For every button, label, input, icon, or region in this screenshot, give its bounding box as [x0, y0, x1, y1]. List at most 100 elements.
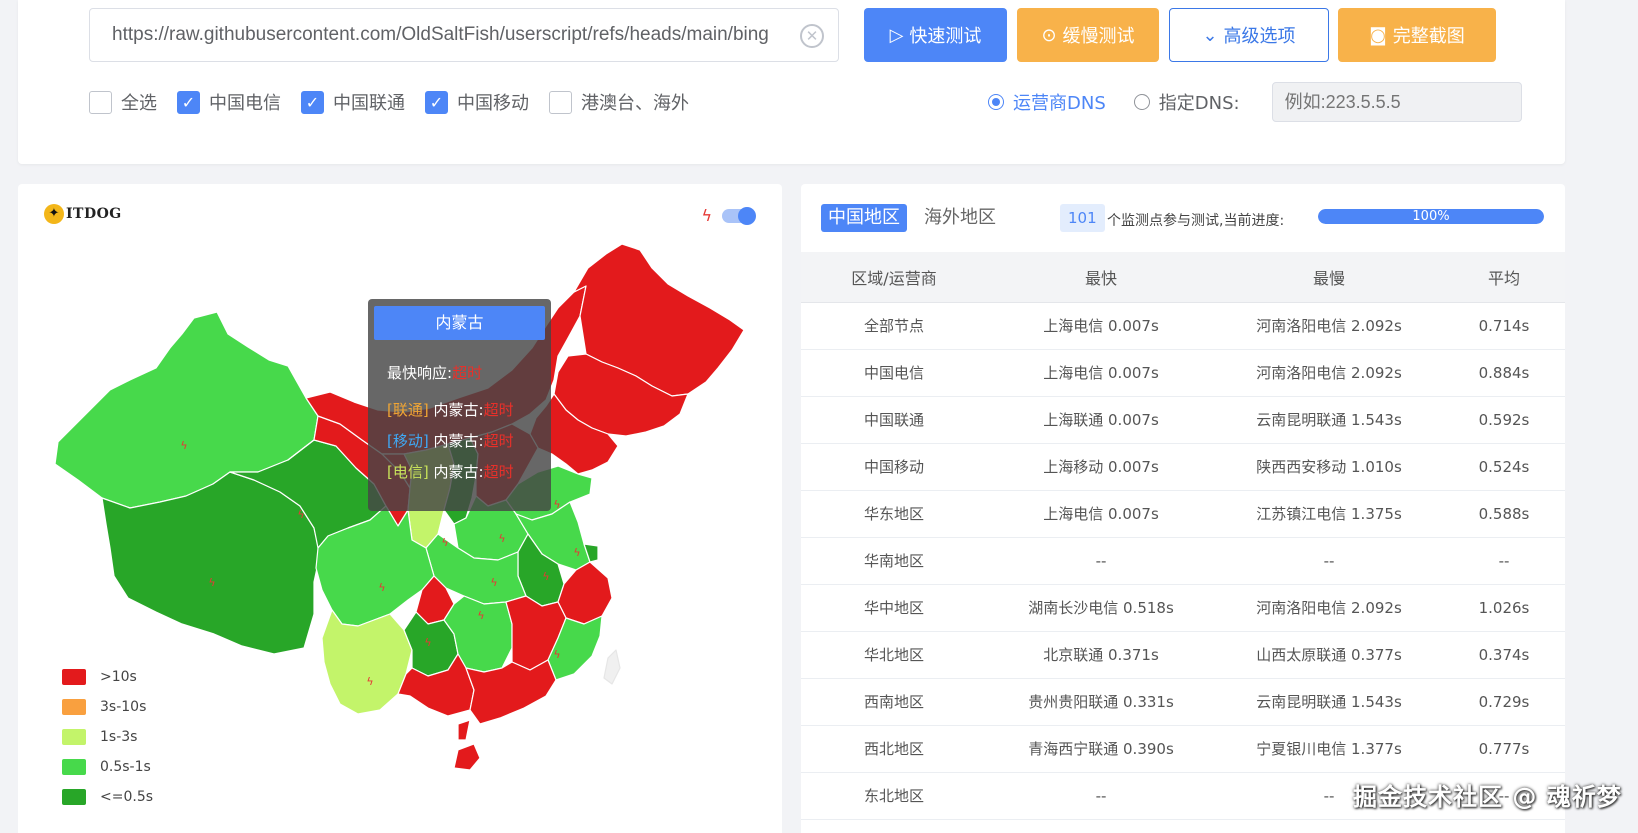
full-screenshot-label: 完整截图: [1392, 26, 1465, 47]
table-cell: 上海电信 0.007s: [987, 490, 1215, 538]
radio-custom-dns[interactable]: 指定DNS:: [1133, 89, 1240, 115]
table-row: 西北地区 青海西宁联通 0.390s 宁夏银川电信 1.377s 0.777s: [801, 725, 1565, 773]
table-cell: 山西太原联通 0.377s: [1215, 631, 1443, 679]
checkbox-unicom[interactable]: ✓ 中国联通: [301, 89, 405, 115]
table-cell: 0.714s: [1443, 302, 1565, 350]
table-cell: 河南洛阳电信 2.092s: [1215, 302, 1443, 350]
node-marker-icon: ϟ: [180, 439, 187, 452]
legend-swatch: [62, 789, 86, 805]
carrier-filter-row: 全选 ✓ 中国电信 ✓ 中国联通 ✓ 中国移动 港澳台、海外: [89, 89, 709, 115]
advanced-options-label: 高级选项: [1223, 26, 1296, 47]
tooltip-fastest: 最快响应:超时: [387, 362, 482, 383]
tooltip-region: 内蒙古:: [433, 401, 484, 419]
table-row: 华中地区 湖南长沙电信 0.518s 河南洛阳电信 2.092s 1.026s: [801, 584, 1565, 632]
tooltip-value: 超时: [483, 401, 514, 419]
checkbox-box[interactable]: [549, 90, 572, 114]
checkbox-select-all[interactable]: 全选: [89, 89, 157, 115]
region-tabs: 中国地区 海外地区: [821, 204, 1013, 232]
tab-china[interactable]: 中国地区: [821, 204, 907, 232]
slow-test-button[interactable]: ⊙ 缓慢测试: [1017, 8, 1159, 62]
table-cell: 华东地区: [801, 490, 987, 538]
tab-overseas[interactable]: 海外地区: [917, 204, 1003, 232]
lightning-icon: ϟ: [701, 206, 712, 225]
checkbox-telecom[interactable]: ✓ 中国电信: [177, 89, 281, 115]
checkbox-box-checked[interactable]: ✓: [177, 90, 200, 114]
node-toggle-switch[interactable]: [722, 206, 756, 225]
node-marker-icon: ϟ: [553, 648, 560, 661]
results-panel: 中国地区 海外地区 101 个监测点参与测试,当前进度: 100% 区域/运营商…: [801, 184, 1565, 833]
node-count-text: 个监测点参与测试,当前进度:: [1107, 213, 1285, 229]
node-marker-icon: ϟ: [208, 576, 215, 589]
full-screenshot-button[interactable]: ◙ 完整截图: [1338, 8, 1496, 62]
clear-icon[interactable]: ✕: [800, 24, 824, 48]
checkbox-box-checked[interactable]: ✓: [301, 90, 324, 114]
legend-label: <=0.5s: [100, 789, 154, 805]
node-marker-icon: ϟ: [573, 546, 580, 559]
table-cell: 西北地区: [801, 725, 987, 773]
node-marker-icon: ϟ: [378, 581, 385, 594]
region-leizhou: [457, 719, 471, 741]
legend-label: 1s-3s: [100, 729, 138, 745]
map-legend: >10s 3s-10s 1s-3s 0.5s-1s <=0.5s: [62, 662, 153, 812]
progress-fill: 100%: [1318, 209, 1544, 224]
table-cell: --: [1443, 537, 1565, 585]
table-cell: 0.777s: [1443, 725, 1565, 773]
table-cell: 0.588s: [1443, 490, 1565, 538]
checkbox-label: 全选: [121, 93, 157, 114]
table-cell: 上海移动 0.007s: [987, 443, 1215, 491]
legend-label: >10s: [100, 669, 137, 685]
node-marker-icon: ϟ: [490, 576, 497, 589]
legend-item: >10s: [62, 662, 153, 692]
checkbox-label: 中国电信: [209, 93, 281, 114]
latency-map-panel: ϟ ϟ ϟ ϟ ϟ ϟ ϟ ϟ ϟ ϟ ϟ ϟ ϟ ϟ ✦ ITDOG ϟ >1…: [18, 184, 782, 833]
checkbox-label: 港澳台、海外: [581, 93, 689, 114]
table-cell: 湖南长沙电信 0.518s: [987, 584, 1215, 632]
checkbox-label: 中国联通: [333, 93, 405, 114]
dog-icon: ✦: [44, 204, 64, 224]
column-header: 最快: [987, 252, 1215, 303]
table-cell: 华北地区: [801, 631, 987, 679]
table-cell: 中国电信: [801, 349, 987, 397]
checkbox-overseas[interactable]: 港澳台、海外: [549, 89, 689, 115]
fast-test-label: 快速测试: [909, 26, 982, 47]
table-cell: 上海联通 0.007s: [987, 396, 1215, 444]
checkbox-label: 中国移动: [457, 93, 529, 114]
itdog-logo: ✦ ITDOG: [44, 204, 122, 224]
camera-icon: ◙: [1369, 24, 1387, 46]
table-cell: 河南洛阳电信 2.092s: [1215, 584, 1443, 632]
tooltip-fastest-value: 超时: [452, 364, 483, 382]
custom-dns-input[interactable]: [1271, 82, 1522, 122]
radio-dot[interactable]: [1133, 94, 1150, 110]
results-table: 区域/运营商 最快 最慢 平均 全部节点 上海电信 0.007s 河南洛阳电信 …: [801, 252, 1565, 820]
table-cell: 全部节点: [801, 302, 987, 350]
checkbox-box[interactable]: [89, 90, 112, 114]
slow-play-icon: ⊙: [1041, 24, 1057, 46]
node-marker-icon: ϟ: [366, 675, 373, 688]
table-row: 全部节点 上海电信 0.007s 河南洛阳电信 2.092s 0.714s: [801, 302, 1565, 350]
checkbox-mobile[interactable]: ✓ 中国移动: [425, 89, 529, 115]
radio-isp-dns[interactable]: 运营商DNS: [988, 89, 1106, 115]
node-marker-icon: ϟ: [498, 532, 505, 545]
tooltip-line-unicom: [联通] 内蒙古:超时: [387, 399, 514, 420]
legend-item: 0.5s-1s: [62, 752, 153, 782]
url-input[interactable]: [112, 24, 794, 46]
legend-label: 0.5s-1s: [100, 759, 151, 775]
region-yunnan: [321, 609, 413, 715]
legend-swatch: [62, 759, 86, 775]
radio-dot-selected[interactable]: [988, 94, 1004, 110]
advanced-options-button[interactable]: ⌄ 高级选项: [1169, 8, 1329, 62]
checkbox-box-checked[interactable]: ✓: [425, 90, 448, 114]
column-header: 区域/运营商: [801, 252, 987, 303]
legend-swatch: [62, 729, 86, 745]
table-row: 华北地区 北京联通 0.371s 山西太原联通 0.377s 0.374s: [801, 631, 1565, 679]
tooltip-tag: [移动]: [387, 432, 429, 450]
radio-custom-label: 指定DNS:: [1158, 93, 1240, 114]
table-cell: 上海电信 0.007s: [987, 349, 1215, 397]
node-marker-icon: ϟ: [542, 570, 549, 583]
table-cell: 青海西宁联通 0.390s: [987, 725, 1215, 773]
table-cell: 西南地区: [801, 678, 987, 726]
fast-test-button[interactable]: ▷ 快速测试: [864, 8, 1007, 62]
tooltip-value: 超时: [483, 463, 514, 481]
legend-item: 3s-10s: [62, 692, 153, 722]
test-control-panel: ✕ ▷ 快速测试 ⊙ 缓慢测试 ⌄ 高级选项 ◙ 完整截图 全选 ✓ 中国电信 …: [18, 0, 1565, 164]
